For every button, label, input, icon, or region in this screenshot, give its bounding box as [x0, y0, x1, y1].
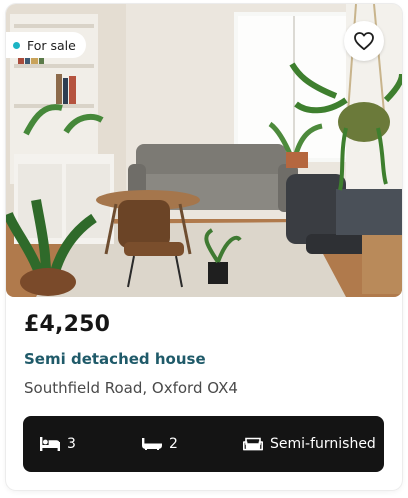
price: £4,250	[24, 312, 111, 337]
features-bar: 3 2 Semi-furnished	[23, 416, 384, 472]
furnishing-label: Semi-furnished	[270, 436, 376, 452]
bedrooms-count: 3	[67, 436, 76, 452]
feature-bedrooms: 3	[40, 416, 76, 472]
address: Southfield Road, Oxford OX4	[24, 379, 238, 397]
property-card[interactable]: For sale £4,250 Semi detached house Sout…	[6, 4, 402, 490]
sofa-icon	[243, 437, 263, 451]
property-photo[interactable]: For sale	[6, 4, 402, 297]
bathrooms-count: 2	[169, 436, 178, 452]
status-dot	[13, 41, 20, 49]
bed-icon	[40, 437, 60, 451]
heart-icon	[353, 31, 375, 51]
property-type: Semi detached house	[24, 350, 206, 368]
status-badge: For sale	[6, 32, 86, 58]
bath-icon	[142, 438, 162, 450]
status-badge-label: For sale	[27, 37, 76, 53]
feature-furnishing: Semi-furnished	[243, 416, 376, 472]
favorite-button[interactable]	[344, 21, 384, 61]
feature-bathrooms: 2	[142, 416, 178, 472]
